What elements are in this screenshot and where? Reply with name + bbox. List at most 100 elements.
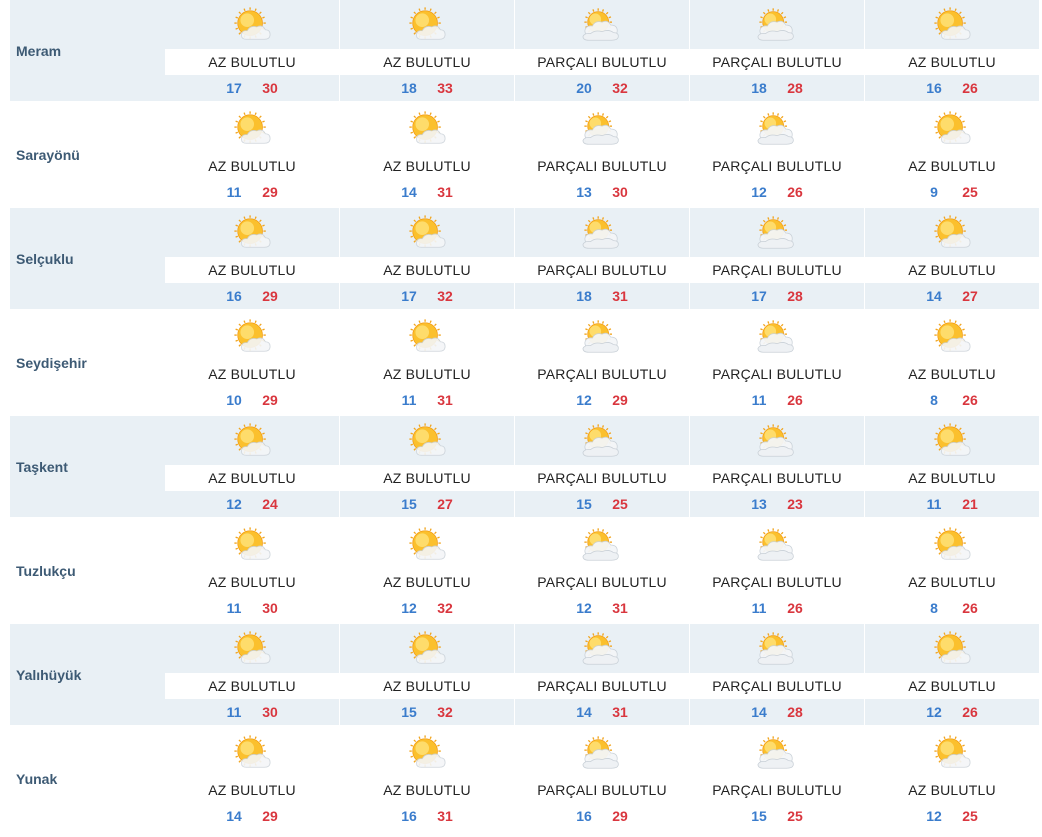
min-temperature: 16: [401, 808, 417, 824]
min-temperature: 15: [401, 496, 417, 512]
weather-icon-cell: [865, 0, 1039, 49]
forecast-day: AZ BULUTLU 12 32: [340, 520, 514, 624]
weather-icon-cell: [340, 416, 514, 465]
city-name[interactable]: Selçuklu: [10, 208, 165, 309]
temperature-cell: 8 26: [865, 387, 1039, 413]
temperature-cell: 17 30: [165, 75, 339, 101]
forecast-days: AZ BULUTLU 16 29 AZ BULUTLU 17 32 PARÇAL…: [165, 208, 1042, 312]
temperature-cell: 11 26: [690, 595, 864, 621]
min-temperature: 17: [401, 288, 417, 304]
condition-text: AZ BULUTLU: [383, 54, 471, 70]
city-name[interactable]: Tuzlukçu: [10, 520, 165, 621]
temperature-cell: 16 31: [340, 803, 514, 829]
min-temperature: 13: [576, 184, 592, 200]
condition-text: PARÇALI BULUTLU: [712, 54, 842, 70]
condition-text: AZ BULUTLU: [383, 574, 471, 590]
forecast-day: PARÇALI BULUTLU 11 26: [690, 520, 864, 624]
forecast-day: AZ BULUTLU 11 31: [340, 312, 514, 416]
weather-icon-cell: [865, 104, 1039, 153]
max-temperature: 29: [262, 392, 278, 408]
forecast-day: PARÇALI BULUTLU 12 26: [690, 104, 864, 208]
weather-icon-cell: [865, 208, 1039, 257]
city-name[interactable]: Yunak: [10, 728, 165, 829]
temperature-cell: 16 29: [165, 283, 339, 309]
forecast-day: AZ BULUTLU 11 30: [165, 520, 339, 624]
forecast-day: AZ BULUTLU 11 29: [165, 104, 339, 208]
weather-icon-cell: [515, 520, 689, 569]
weather-icon-cell: [165, 624, 339, 673]
forecast-row-2: Selçuklu AZ BULUTLU 16 29 AZ BULUTLU 17 …: [10, 208, 1042, 312]
forecast-day: AZ BULUTLU 17 30: [165, 0, 339, 104]
min-temperature: 14: [576, 704, 592, 720]
city-name[interactable]: Meram: [10, 0, 165, 101]
temperature-cell: 8 26: [865, 595, 1039, 621]
min-temperature: 16: [926, 80, 942, 96]
min-temperature: 17: [751, 288, 767, 304]
condition-text: PARÇALI BULUTLU: [712, 470, 842, 486]
forecast-day: PARÇALI BULUTLU 13 23: [690, 416, 864, 520]
weather-icon-cell: [515, 624, 689, 673]
min-temperature: 14: [226, 808, 242, 824]
sun-behind-cloud-icon: [407, 422, 447, 460]
forecast-row-4: Taşkent AZ BULUTLU 12 24 AZ BULUTLU 15 2…: [10, 416, 1042, 520]
sun-behind-cloud-icon: [232, 526, 272, 564]
condition-text: AZ BULUTLU: [908, 158, 996, 174]
weather-icon-cell: [340, 312, 514, 361]
forecast-day: PARÇALI BULUTLU 11 26: [690, 312, 864, 416]
temperature-cell: 20 32: [515, 75, 689, 101]
max-temperature: 26: [962, 704, 978, 720]
max-temperature: 29: [612, 392, 628, 408]
sun-behind-cloud-icon: [232, 110, 272, 148]
condition-text: PARÇALI BULUTLU: [712, 678, 842, 694]
max-temperature: 29: [262, 808, 278, 824]
condition-text: AZ BULUTLU: [208, 678, 296, 694]
weather-icon-cell: [165, 312, 339, 361]
forecast-days: AZ BULUTLU 11 30 AZ BULUTLU 15 32 PARÇAL…: [165, 624, 1042, 728]
forecast-day: PARÇALI BULUTLU 16 29: [515, 728, 689, 832]
city-name[interactable]: Seydişehir: [10, 312, 165, 413]
condition-text: AZ BULUTLU: [208, 158, 296, 174]
temperature-cell: 12 26: [690, 179, 864, 205]
condition-text: AZ BULUTLU: [208, 782, 296, 798]
forecast-day: PARÇALI BULUTLU 14 28: [690, 624, 864, 728]
partly-cloudy-icon: [757, 318, 797, 356]
min-temperature: 12: [576, 392, 592, 408]
temperature-cell: 14 27: [865, 283, 1039, 309]
partly-cloudy-icon: [757, 214, 797, 252]
sun-behind-cloud-icon: [932, 214, 972, 252]
weather-icon-cell: [690, 728, 864, 777]
temperature-cell: 14 31: [515, 699, 689, 725]
forecast-day: AZ BULUTLU 8 26: [865, 520, 1039, 624]
min-temperature: 16: [576, 808, 592, 824]
temperature-cell: 16 29: [515, 803, 689, 829]
partly-cloudy-icon: [582, 526, 622, 564]
max-temperature: 31: [437, 392, 453, 408]
max-temperature: 23: [787, 496, 803, 512]
weather-icon-cell: [865, 520, 1039, 569]
weather-icon-cell: [690, 624, 864, 673]
max-temperature: 32: [437, 704, 453, 720]
partly-cloudy-icon: [757, 110, 797, 148]
partly-cloudy-icon: [582, 110, 622, 148]
max-temperature: 27: [437, 496, 453, 512]
temperature-cell: 11 29: [165, 179, 339, 205]
condition-text: PARÇALI BULUTLU: [537, 366, 667, 382]
forecast-day: AZ BULUTLU 14 29: [165, 728, 339, 832]
condition-text: AZ BULUTLU: [908, 782, 996, 798]
city-name[interactable]: Taşkent: [10, 416, 165, 517]
sun-behind-cloud-icon: [932, 630, 972, 668]
city-name[interactable]: Yalıhüyük: [10, 624, 165, 725]
temperature-cell: 14 28: [690, 699, 864, 725]
min-temperature: 14: [751, 704, 767, 720]
city-name[interactable]: Sarayönü: [10, 104, 165, 205]
max-temperature: 32: [437, 288, 453, 304]
temperature-cell: 18 31: [515, 283, 689, 309]
min-temperature: 17: [226, 80, 242, 96]
partly-cloudy-icon: [582, 214, 622, 252]
max-temperature: 31: [437, 808, 453, 824]
min-temperature: 11: [226, 704, 242, 720]
temperature-cell: 15 32: [340, 699, 514, 725]
min-temperature: 11: [751, 600, 767, 616]
temperature-cell: 14 31: [340, 179, 514, 205]
min-temperature: 11: [926, 496, 942, 512]
